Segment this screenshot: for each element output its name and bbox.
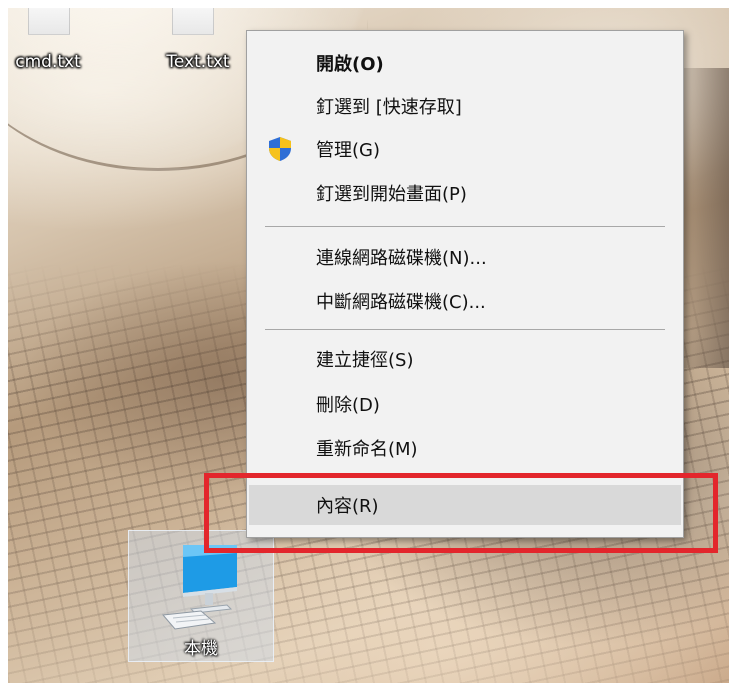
menu-item-create-shortcut[interactable]: 建立捷徑(S) — [249, 339, 681, 379]
desktop-this-pc[interactable]: 本機 — [128, 530, 274, 662]
menu-item-label: 中斷網路磁碟機(C)... — [316, 292, 486, 313]
menu-item-label: 重新命名(M) — [316, 439, 418, 460]
menu-item-label: 管理(G) — [316, 140, 380, 161]
context-menu: 開啟(O) 釘選到 [快速存取] 管理(G) 釘選到開始畫面(P) 連線網路磁碟… — [246, 30, 684, 538]
desktop-file-cmd[interactable]: cmd.txt — [8, 8, 88, 72]
text-file-icon — [28, 8, 70, 35]
menu-separator — [265, 226, 665, 227]
menu-item-map-network-drive[interactable]: 連線網路磁碟機(N)... — [249, 237, 681, 277]
this-pc-label: 本機 — [184, 639, 218, 659]
menu-item-manage[interactable]: 管理(G) — [249, 129, 681, 169]
menu-item-open[interactable]: 開啟(O) — [249, 43, 681, 83]
menu-item-label: 內容(R) — [316, 496, 379, 517]
menu-item-label: 刪除(D) — [316, 395, 380, 416]
computer-monitor-icon — [162, 545, 237, 630]
menu-item-label: 連線網路磁碟機(N)... — [316, 248, 487, 269]
menu-separator — [265, 329, 665, 330]
menu-item-pin-start[interactable]: 釘選到開始畫面(P) — [249, 173, 681, 213]
menu-item-properties[interactable]: 內容(R) — [249, 485, 681, 525]
menu-item-disconnect-network-drive[interactable]: 中斷網路磁碟機(C)... — [249, 281, 681, 321]
menu-separator — [265, 475, 665, 476]
desktop-file-label: Text.txt — [166, 52, 230, 72]
menu-item-label: 開啟(O) — [316, 54, 384, 75]
menu-item-rename[interactable]: 重新命名(M) — [249, 428, 681, 468]
menu-item-delete[interactable]: 刪除(D) — [249, 384, 681, 424]
desktop-file-text[interactable]: Text.txt — [164, 8, 244, 72]
uac-shield-icon — [269, 137, 291, 161]
menu-item-label: 釘選到開始畫面(P) — [316, 184, 467, 205]
text-file-icon — [172, 8, 214, 35]
menu-item-pin-quick-access[interactable]: 釘選到 [快速存取] — [249, 86, 681, 126]
menu-item-label: 建立捷徑(S) — [316, 350, 414, 371]
menu-item-label: 釘選到 [快速存取] — [316, 97, 462, 118]
desktop-file-label: cmd.txt — [15, 52, 81, 72]
